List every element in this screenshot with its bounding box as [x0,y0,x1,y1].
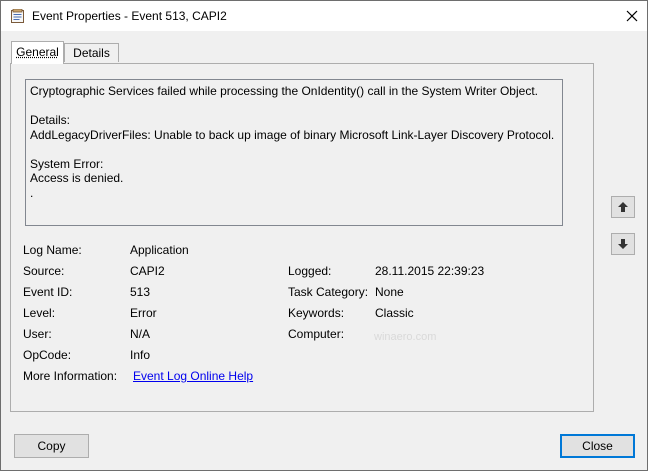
logged-value[interactable]: 28.11.2015 22:39:23 [375,264,484,278]
arrow-up-icon [618,202,628,212]
event-log-online-help-link[interactable]: Event Log Online Help [133,369,253,383]
title-bar[interactable]: Event Properties - Event 513, CAPI2 [1,1,647,31]
close-window-button[interactable] [619,5,645,27]
general-panel: Cryptographic Services failed while proc… [10,63,594,412]
description-line: Access is denied. [30,171,124,185]
window-title: Event Properties - Event 513, CAPI2 [32,9,227,23]
event-id-label: Event ID: [23,285,73,299]
task-category-value[interactable]: None [375,285,404,299]
arrow-down-icon [618,239,628,249]
close-icon [626,10,638,22]
description-line: AddLegacyDriverFiles: Unable to back up … [30,127,555,142]
level-label: Level: [23,306,56,320]
tab-general-label: General [16,45,59,59]
opcode-label: OpCode: [23,348,72,362]
source-value[interactable]: CAPI2 [130,264,165,278]
event-properties-window: Event Properties - Event 513, CAPI2 Gene… [0,0,648,471]
event-id-value[interactable]: 513 [130,285,150,299]
copy-button[interactable]: Copy [14,434,89,458]
user-label: User: [23,327,52,341]
close-button-label: Close [582,439,613,453]
log-name-label: Log Name: [23,243,82,257]
tab-details-label: Details [73,46,110,60]
watermark: winaero.com [374,331,437,343]
previous-event-button[interactable] [611,196,635,218]
close-button[interactable]: Close [560,434,635,458]
keywords-label: Keywords: [288,306,345,320]
event-properties-icon [11,9,24,23]
description-line: Cryptographic Services failed while proc… [30,84,538,98]
keywords-value[interactable]: Classic [375,306,414,320]
opcode-value[interactable]: Info [130,348,150,362]
tab-details[interactable]: Details [64,43,119,62]
level-value[interactable]: Error [130,306,157,320]
event-description[interactable]: Cryptographic Services failed while proc… [25,79,563,226]
source-label: Source: [23,264,65,278]
user-value[interactable]: N/A [130,327,150,341]
copy-button-label: Copy [37,439,66,453]
log-name-value[interactable]: Application [130,243,189,257]
tab-general[interactable]: General [11,41,64,64]
computer-label: Computer: [288,327,345,341]
task-category-label: Task Category: [288,285,369,299]
logged-label: Logged: [288,264,332,278]
more-information-label: More Information: [23,369,118,383]
description-line: Details: [30,113,71,127]
next-event-button[interactable] [611,233,635,255]
description-line: . [30,185,34,200]
description-line: System Error: [30,156,104,171]
